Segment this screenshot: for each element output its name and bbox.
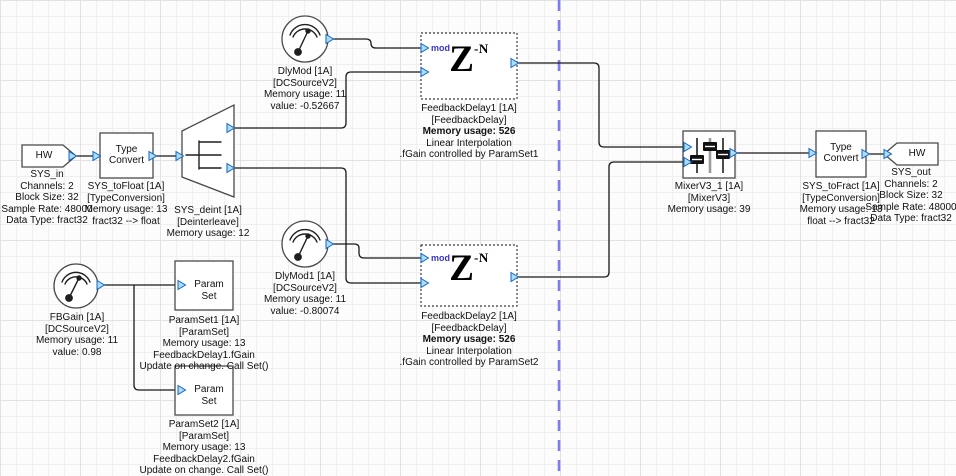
port-icon[interactable] <box>326 240 334 249</box>
sys-in-caption: SYS_in Channels: 2 Block Size: 32 Sample… <box>1 169 92 227</box>
fbgain-caption: FBGain [1A] [DCSourceV2] Memory usage: 1… <box>36 312 118 358</box>
feedbackdelay2-caption: FeedbackDelay2 [1A] [FeedbackDelay] Memo… <box>400 311 539 369</box>
mod-input-label: mod <box>431 43 450 53</box>
paramset1-label: Param Set <box>186 279 232 303</box>
sys-out-caption: SYS_out Channels: 2 Block Size: 32 Sampl… <box>865 167 956 225</box>
wire[interactable] <box>518 162 683 277</box>
paramset2-label: Param Set <box>186 384 232 408</box>
block-sys-deint[interactable] <box>182 105 234 197</box>
mixer-caption: MixerV3_1 [1A] [MixerV3] Memory usage: 3… <box>668 181 751 216</box>
mod-input-label: mod <box>431 253 450 263</box>
schematic-canvas: HW Type Convert Param Set Param Set Type… <box>0 0 956 476</box>
port-icon[interactable] <box>326 35 334 44</box>
wire[interactable] <box>333 39 420 48</box>
dlymod-caption: DlyMod [1A] [DCSourceV2] Memory usage: 1… <box>264 66 346 112</box>
sys-tofloat-caption: SYS_toFloat [1A] [TypeConversion] Memory… <box>85 181 168 227</box>
paramset1-caption: ParamSet1 [1A] [ParamSet] Memory usage: … <box>140 315 269 373</box>
feedbackdelay1-caption: FeedbackDelay1 [1A] [FeedbackDelay] Memo… <box>400 103 539 161</box>
block-fbgain[interactable] <box>54 264 98 308</box>
block-dlymod[interactable] <box>282 16 328 62</box>
sys-tofloat-label: Type Convert <box>100 144 153 166</box>
sys-out-hw-label: HW <box>896 148 938 160</box>
wire[interactable] <box>234 168 420 283</box>
wire[interactable] <box>518 63 683 147</box>
block-dlymod1[interactable] <box>282 221 328 267</box>
sys-in-hw-label: HW <box>22 150 66 162</box>
sys-tofract-label: Type Convert <box>816 142 866 164</box>
paramset2-caption: ParamSet2 [1A] [ParamSet] Memory usage: … <box>140 419 269 476</box>
dlymod1-caption: DlyMod1 [1A] [DCSourceV2] Memory usage: … <box>264 271 346 317</box>
sys-deint-caption: SYS_deint [1A] [Deinterleave] Memory usa… <box>167 205 250 240</box>
port-icon[interactable] <box>97 281 105 290</box>
